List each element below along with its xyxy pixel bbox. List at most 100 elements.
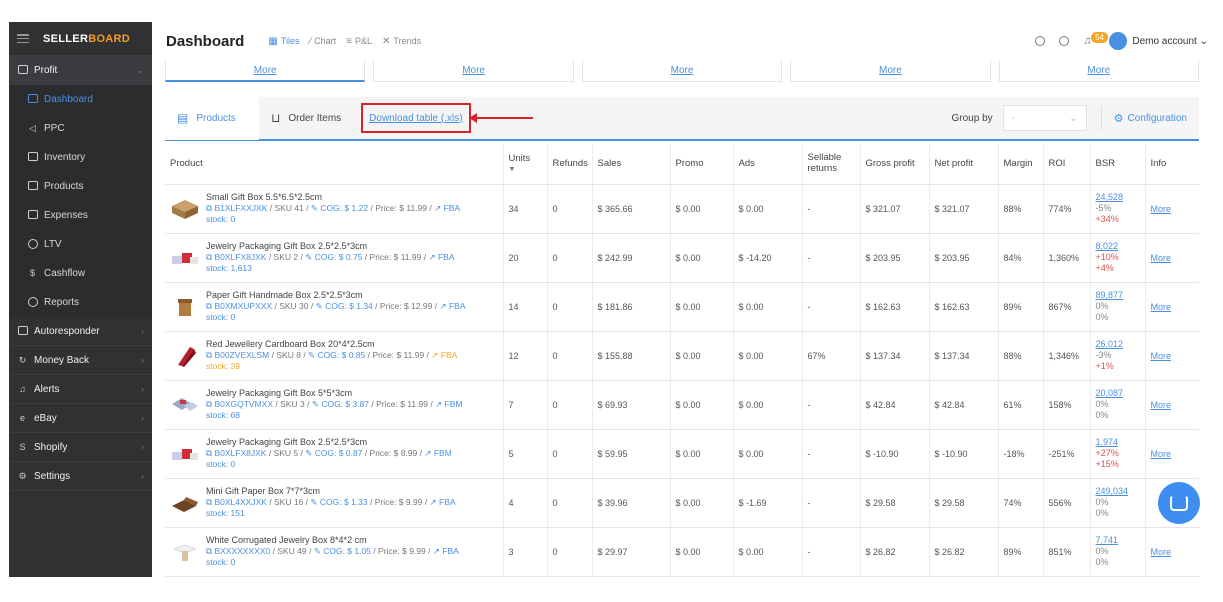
edit-icon[interactable]: ✎	[308, 350, 315, 360]
product-thumbnail[interactable]	[170, 441, 200, 467]
asin-link[interactable]: B0XGQTVMXX	[214, 399, 273, 409]
info-icon[interactable]	[1035, 36, 1046, 46]
download-table-link[interactable]: Download table (.xls)	[369, 113, 462, 124]
asin-link[interactable]: B0XL4XXJXK	[214, 497, 266, 507]
table-row[interactable]: Small Gift Box 5.5*6.5*2.5cm ⧉ B1XLFXXJX…	[165, 184, 1199, 234]
copy-icon[interactable]: ⧉	[206, 252, 212, 262]
cog-link[interactable]: COG: $ 0.87	[315, 448, 363, 458]
account-menu[interactable]: Demo account ⌄	[1132, 36, 1208, 47]
cog-link[interactable]: COG: $ 3.87	[321, 399, 369, 409]
menu-icon[interactable]	[17, 34, 29, 43]
sidebar-item-reports[interactable]: Reports	[9, 288, 152, 317]
copy-icon[interactable]: ⧉	[206, 399, 212, 409]
cog-link[interactable]: COG: $ 1.34	[325, 301, 373, 311]
asin-link[interactable]: BXXXXXXXX0	[214, 546, 270, 556]
table-row[interactable]: Jewelry Packaging Gift Box 2.5*2.5*3cm ⧉…	[165, 233, 1199, 283]
sidebar-item-ebay[interactable]: e eBay ›	[9, 404, 152, 433]
column-header-info[interactable]: Info	[1145, 143, 1199, 185]
logo[interactable]: SELLERBOARD	[43, 33, 130, 45]
sidebar-item-autoresponder[interactable]: Autoresponder ›	[9, 317, 152, 346]
sidebar-item-settings[interactable]: ⚙ Settings ›	[9, 462, 152, 491]
sidebar-item-dashboard[interactable]: Dashboard	[9, 85, 152, 114]
edit-icon[interactable]: ✎	[310, 497, 317, 507]
sidebar-item-cashflow[interactable]: $ Cashflow	[9, 259, 152, 288]
notifications-bell-icon[interactable]: ♫ 54	[1083, 32, 1108, 47]
info-more-link[interactable]: More	[1151, 400, 1172, 410]
info-more-link[interactable]: More	[1151, 547, 1172, 557]
bsr-link[interactable]: 26,012	[1096, 339, 1145, 350]
column-header-sellable-returns[interactable]: Sellable returns	[802, 143, 861, 185]
copy-icon[interactable]: ⧉	[206, 546, 212, 556]
edit-icon[interactable]: ✎	[305, 252, 312, 262]
product-thumbnail[interactable]	[170, 490, 200, 516]
bsr-link[interactable]: 20,087	[1096, 388, 1145, 399]
tab-tiles[interactable]: ▦ Tiles	[268, 36, 299, 47]
cog-link[interactable]: COG: $ 0.75	[315, 252, 363, 262]
tile-more-link[interactable]: More	[998, 60, 1200, 82]
edit-icon[interactable]: ✎	[314, 546, 321, 556]
sidebar-item-alerts[interactable]: ♫ Alerts ›	[9, 375, 152, 404]
info-more-link[interactable]: More	[1151, 253, 1172, 263]
copy-icon[interactable]: ⧉	[206, 497, 212, 507]
column-header-net-profit[interactable]: Net profit	[929, 143, 999, 185]
edit-icon[interactable]: ✎	[305, 448, 312, 458]
sidebar-item-ltv[interactable]: LTV	[9, 230, 152, 259]
asin-link[interactable]: B0XLFX8JXK	[214, 448, 266, 458]
avatar[interactable]	[1109, 32, 1128, 50]
bsr-link[interactable]: 8,022	[1096, 241, 1145, 252]
cog-link[interactable]: COG: $ 1.05	[323, 546, 371, 556]
tab-chart[interactable]: ⁄ Chart	[309, 36, 336, 47]
column-header-ads[interactable]: Ads	[733, 143, 803, 185]
sidebar-item-inventory[interactable]: Inventory	[9, 143, 152, 172]
table-row[interactable]: White Corrugated Jewelry Box 8*4*2 cm ⧉ …	[165, 527, 1199, 577]
sidebar-item-ppc[interactable]: ◁ PPC	[9, 114, 152, 143]
clock-icon[interactable]	[1059, 36, 1070, 46]
column-header-promo[interactable]: Promo	[670, 143, 734, 185]
configuration-button[interactable]: ⚙ Configuration	[1114, 112, 1187, 125]
bsr-link[interactable]: 249,034	[1096, 486, 1145, 497]
column-header-gross-profit[interactable]: Gross profit	[860, 143, 930, 185]
bsr-link[interactable]: 7,741	[1096, 535, 1145, 546]
sidebar-item-profit[interactable]: Profit ⌄	[9, 56, 152, 85]
chat-widget-button[interactable]	[1158, 482, 1200, 524]
column-header-bsr[interactable]: BSR	[1090, 143, 1146, 185]
info-more-link[interactable]: More	[1151, 204, 1172, 214]
product-thumbnail[interactable]	[170, 294, 200, 320]
sidebar-item-shopify[interactable]: S Shopify ›	[9, 433, 152, 462]
tab-pl[interactable]: ≡ P&L	[346, 36, 372, 47]
edit-icon[interactable]: ✎	[311, 203, 318, 213]
column-header-sales[interactable]: Sales	[592, 143, 671, 185]
bsr-link[interactable]: 89,877	[1096, 290, 1145, 301]
info-more-link[interactable]: More	[1151, 302, 1172, 312]
asin-link[interactable]: B00ZVEXLSM	[214, 350, 269, 360]
tab-order-items[interactable]: ⊔ Order Items	[259, 96, 353, 140]
column-header-product[interactable]: Product	[165, 143, 504, 185]
info-more-link[interactable]: More	[1151, 351, 1172, 361]
copy-icon[interactable]: ⧉	[206, 301, 212, 311]
product-thumbnail[interactable]	[170, 343, 200, 369]
table-row[interactable]: Paper Gift Handmade Box 2.5*2.5*3cm ⧉ B0…	[165, 282, 1199, 332]
product-thumbnail[interactable]	[170, 196, 200, 222]
bsr-link[interactable]: 24,528	[1096, 192, 1145, 203]
asin-link[interactable]: B0XLFX8JXK	[214, 252, 266, 262]
tile-more-link[interactable]: More	[790, 60, 991, 82]
cog-link[interactable]: COG: $ 1.22	[320, 203, 368, 213]
cog-link[interactable]: COG: $ 0.85	[318, 350, 366, 360]
copy-icon[interactable]: ⧉	[206, 203, 212, 213]
column-header-margin[interactable]: Margin	[998, 143, 1044, 185]
copy-icon[interactable]: ⧉	[206, 448, 212, 458]
info-more-link[interactable]: More	[1151, 449, 1172, 459]
product-thumbnail[interactable]	[170, 245, 200, 271]
edit-icon[interactable]: ✎	[316, 301, 323, 311]
column-header-refunds[interactable]: Refunds	[547, 143, 593, 185]
asin-link[interactable]: B0XMXUPXXX	[214, 301, 272, 311]
column-header-roi[interactable]: ROI	[1043, 143, 1091, 185]
tab-trends[interactable]: ✕ Trends	[382, 36, 421, 47]
product-thumbnail[interactable]	[170, 539, 200, 565]
column-header-units[interactable]: Units ▼	[503, 143, 548, 185]
sidebar-item-expenses[interactable]: Expenses	[9, 201, 152, 230]
table-row[interactable]: Red Jewellery Cardboard Box 20*4*2.5cm ⧉…	[165, 331, 1199, 381]
tile-more-link[interactable]: More	[581, 60, 783, 82]
group-by-select[interactable]: - ⌄	[1002, 105, 1087, 131]
tab-products[interactable]: ▤ Products	[165, 96, 259, 140]
